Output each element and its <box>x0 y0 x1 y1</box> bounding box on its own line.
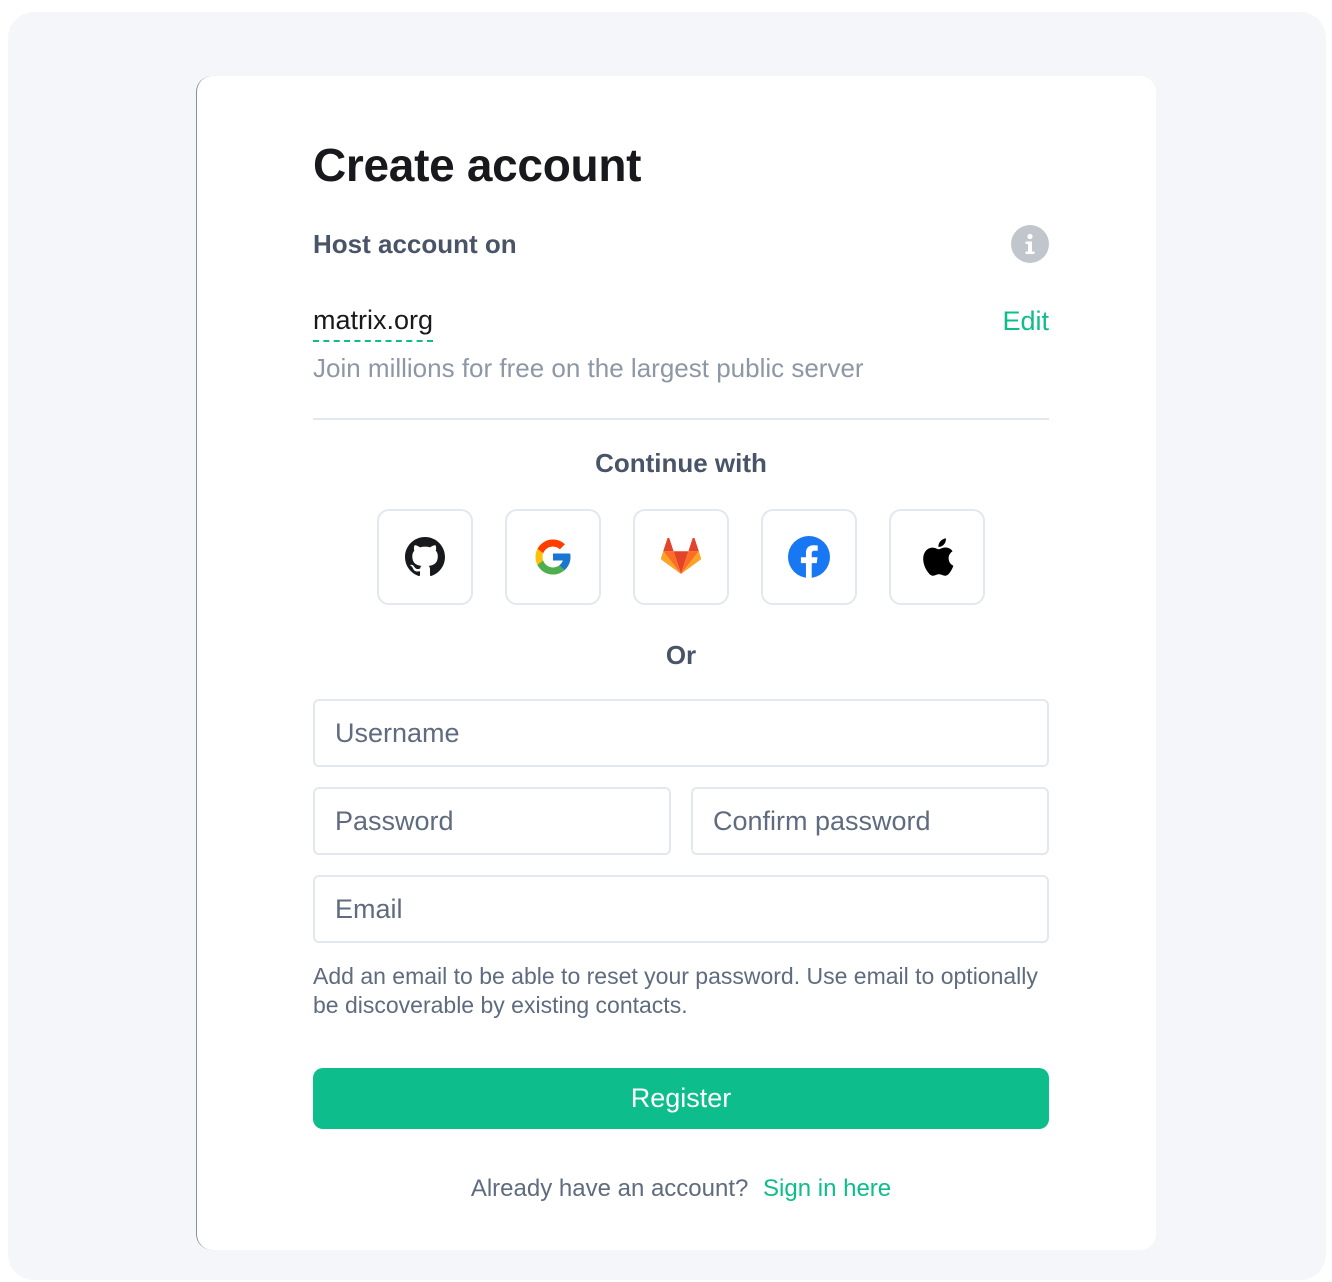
signin-prompt-text: Already have an account? <box>470 1175 749 1202</box>
or-separator: Or <box>665 640 697 670</box>
apple-icon <box>923 538 954 576</box>
password-input[interactable] <box>313 787 671 855</box>
username-input[interactable] <box>313 699 1049 767</box>
page-title: Create account <box>313 139 642 191</box>
info-glyph <box>1025 233 1035 254</box>
server-description: Join millions for free on the largest pu… <box>313 353 864 383</box>
section-divider <box>313 418 1049 420</box>
github-sso-button[interactable] <box>377 509 473 605</box>
signin-prompt: Already have an account? Sign in here <box>313 1175 1049 1203</box>
continue-with-label: Continue with <box>595 448 767 478</box>
gitlab-icon <box>661 538 701 574</box>
edit-server-link[interactable]: Edit <box>1002 306 1049 337</box>
google-sso-button[interactable] <box>505 509 601 605</box>
confirm-password-input[interactable] <box>691 787 1049 855</box>
host-account-label: Host account on <box>313 229 517 259</box>
registration-card: Create account Host account on matrix.or… <box>196 76 1156 1250</box>
server-name: matrix.org <box>313 305 434 342</box>
email-help-text: Add an email to be able to reset your pa… <box>313 963 1038 1018</box>
sso-buttons <box>377 509 985 605</box>
info-icon[interactable] <box>1011 225 1049 263</box>
facebook-sso-button[interactable] <box>761 509 857 605</box>
gitlab-sso-button[interactable] <box>633 509 729 605</box>
signin-link[interactable]: Sign in here <box>763 1175 891 1202</box>
facebook-icon <box>788 536 830 578</box>
github-icon <box>405 537 445 577</box>
page-background: Create account Host account on matrix.or… <box>8 12 1326 1280</box>
google-icon <box>535 539 571 575</box>
apple-sso-button[interactable] <box>889 509 985 605</box>
email-input[interactable] <box>313 875 1049 943</box>
register-button[interactable]: Register <box>313 1068 1049 1129</box>
